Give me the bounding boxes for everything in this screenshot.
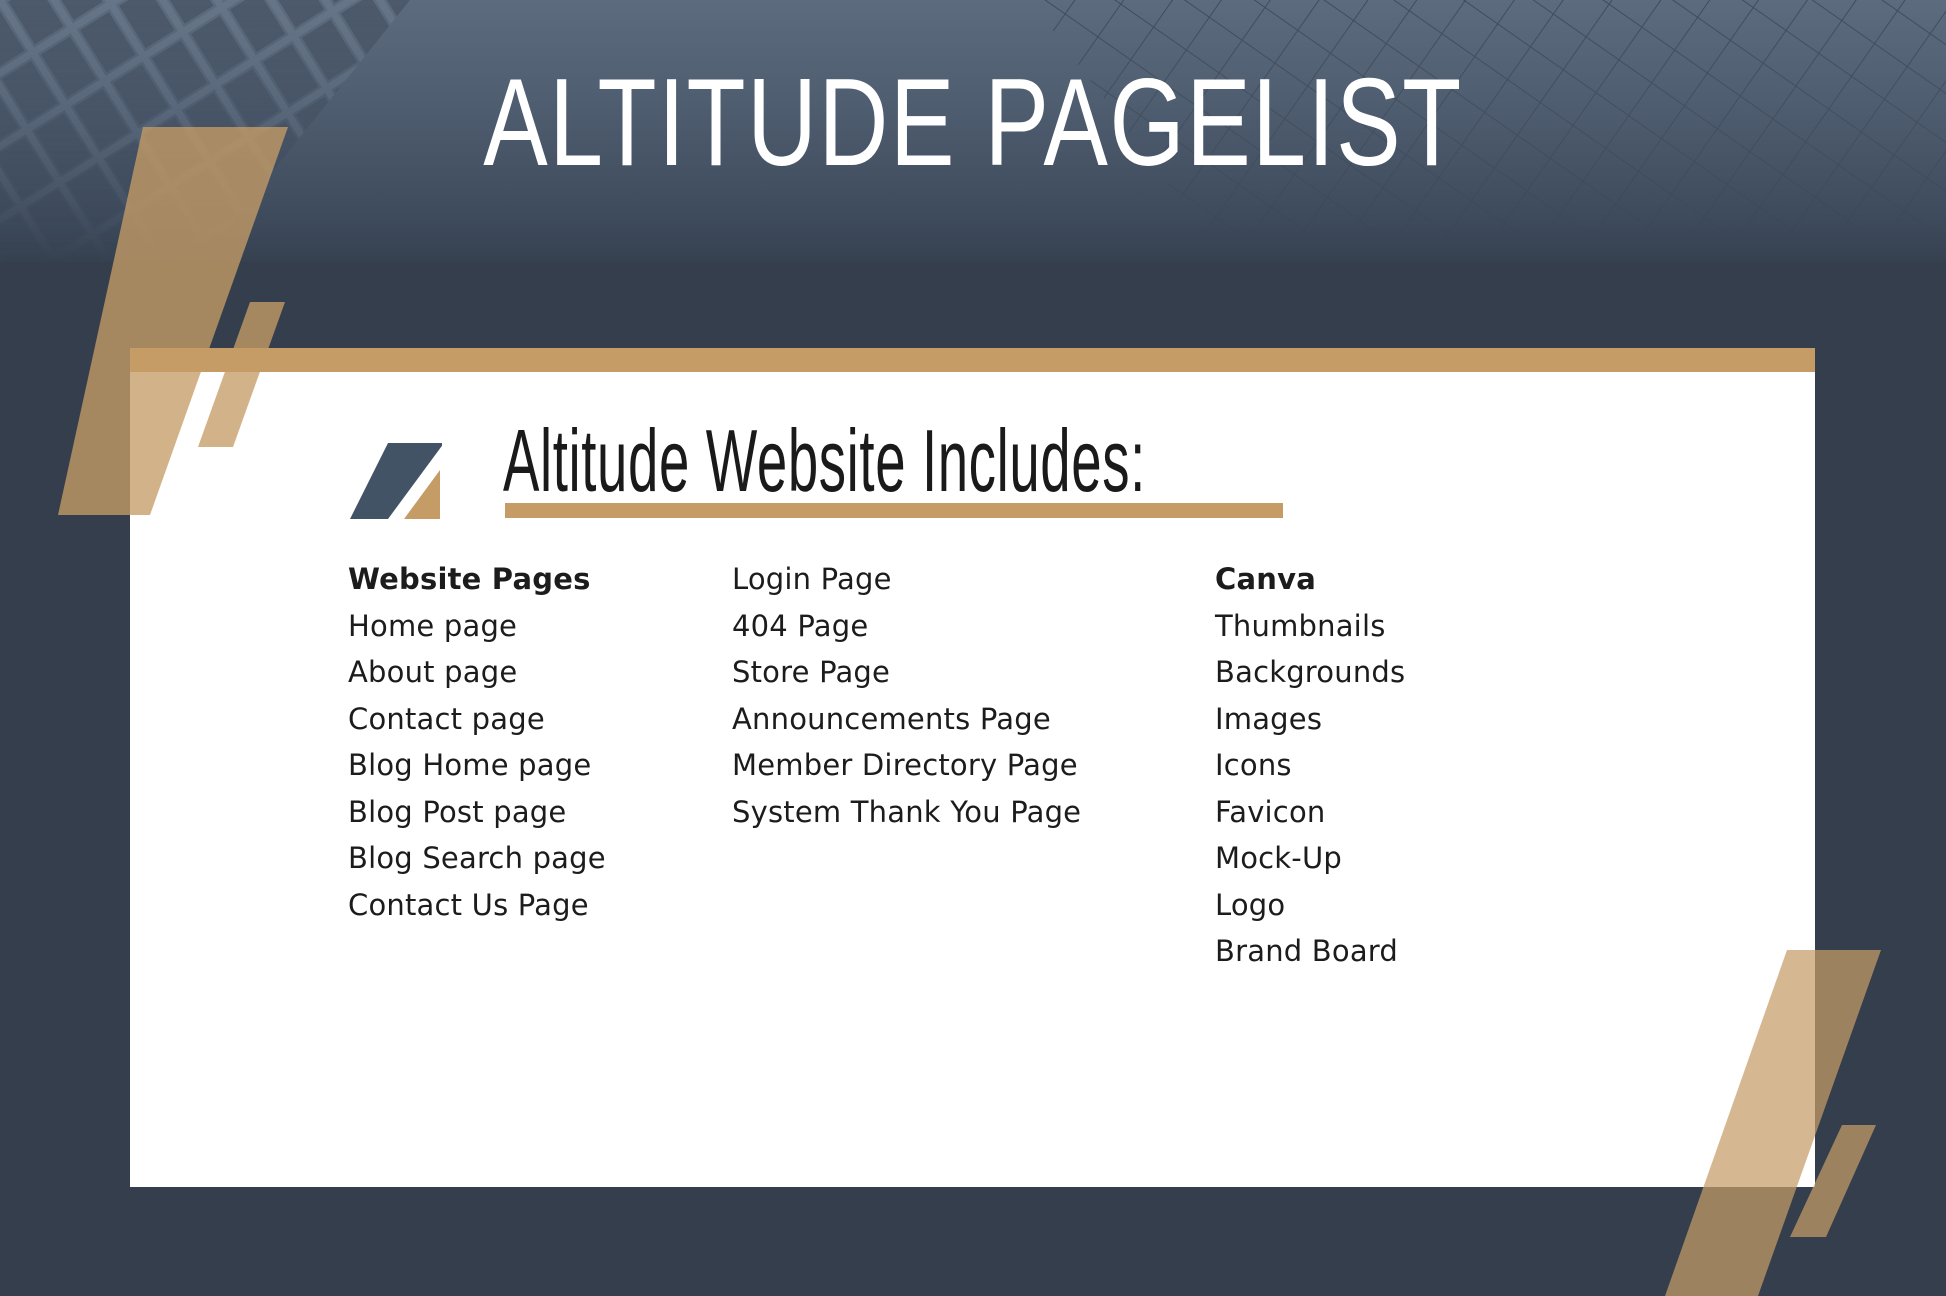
list-item: Icons (1215, 748, 1292, 782)
list-item: Home page (348, 608, 518, 643)
card-top-accent-bar (130, 348, 1815, 372)
list-item: Mock-Up (1215, 841, 1343, 875)
column-header: Website Pages (348, 562, 591, 596)
list-item: Images (1215, 701, 1323, 736)
list-item: Thumbnails (1215, 608, 1386, 643)
list-item: Member Directory Page (732, 748, 1078, 782)
column-header: Canva (1215, 562, 1316, 596)
column-website-pages: Website Pages Home page About page Conta… (348, 556, 606, 928)
list-item: About page (348, 655, 518, 689)
list-item: Blog Home page (348, 748, 592, 782)
list-item: Announcements Page (732, 701, 1051, 736)
hero-banner: ALTITUDE PAGELIST (0, 0, 1946, 262)
heading-underline (505, 503, 1283, 518)
list-item: Login Page (732, 562, 892, 596)
list-item: Contact Us Page (348, 887, 589, 922)
altitude-logo-icon (350, 443, 442, 519)
list-item: Brand Board (1215, 934, 1399, 968)
list-item: System Thank You Page (732, 794, 1082, 829)
list-item: Logo (1215, 887, 1286, 922)
column-additional-pages: Login Page 404 Page Store Page Announcem… (732, 556, 1081, 835)
list-item: Blog Post page (348, 794, 567, 829)
list-item: Contact page (348, 701, 545, 736)
list-item: Store Page (732, 655, 891, 689)
section-heading: Altitude Website Includes: (503, 411, 1146, 510)
column-canva: Canva Thumbnails Backgrounds Images Icon… (1215, 556, 1405, 975)
list-item: Blog Search page (348, 841, 606, 875)
list-item: Favicon (1215, 794, 1326, 829)
list-item: 404 Page (732, 608, 869, 643)
list-item: Backgrounds (1215, 655, 1406, 689)
page-title: ALTITUDE PAGELIST (483, 54, 1463, 192)
